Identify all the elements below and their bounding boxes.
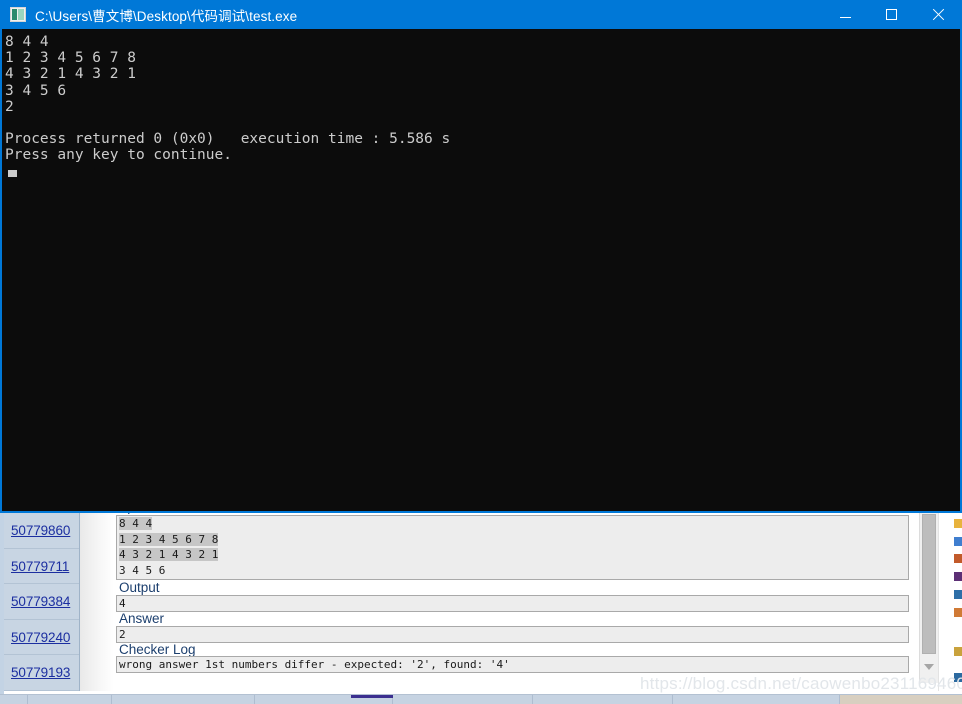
console-icon	[10, 7, 26, 22]
input-line: 8 4 4	[117, 516, 908, 532]
taskbar-tray[interactable]	[840, 695, 962, 704]
side-thumb-icon	[954, 572, 962, 581]
console-cursor	[8, 169, 17, 177]
taskbar-active-indicator	[351, 695, 393, 698]
screen-root: 50779860 50779711 50779384 50779240 5077…	[0, 0, 962, 704]
right-side-panel	[938, 513, 962, 691]
sidebar-item-label[interactable]: 50779193	[11, 665, 70, 680]
side-thumb-icon	[954, 537, 962, 546]
window-title: C:\Users\曹文博\Desktop\代码调试\test.exe	[35, 8, 298, 24]
sidebar-item-label[interactable]: 50779711	[11, 559, 69, 574]
console-line: 3 4 5 6	[5, 82, 67, 99]
minimize-icon	[839, 17, 851, 18]
panel-scrollbar[interactable]	[919, 512, 938, 683]
output-value: 4	[119, 597, 126, 610]
checker-log-field[interactable]: wrong answer 1st numbers differ - expect…	[116, 656, 909, 673]
list-item[interactable]: 50779860	[4, 513, 79, 549]
side-thumb-icon	[954, 608, 962, 617]
submission-id-sidebar: 50779860 50779711 50779384 50779240 5077…	[4, 513, 80, 691]
checker-log-value: wrong answer 1st numbers differ - expect…	[119, 658, 510, 671]
console-title-bar[interactable]: C:\Users\曹文博\Desktop\代码调试\test.exe	[2, 0, 960, 29]
maximize-button[interactable]	[868, 0, 914, 29]
console-line: Press any key to continue.	[5, 147, 232, 164]
input-line: 4 3 2 1 4 3 2 1	[117, 547, 908, 563]
output-label: Output	[119, 580, 160, 595]
close-button[interactable]	[914, 0, 960, 29]
maximize-icon	[885, 9, 897, 20]
console-output-area[interactable]: 8 4 4 1 2 3 4 5 6 7 8 4 3 2 1 4 3 2 1 3 …	[2, 29, 960, 511]
csdn-watermark: https://blog.csdn.net/caowenbo2311694605	[640, 674, 962, 693]
list-item[interactable]: 50779711	[4, 549, 79, 584]
console-line: 8 4 4	[5, 34, 49, 50]
taskbar-item[interactable]	[673, 695, 840, 704]
input-line: 1 2 3 4 5 6 7 8	[117, 532, 908, 548]
console-line: 1 2 3 4 5 6 7 8	[5, 50, 136, 67]
input-line-text: 3 4 5 6	[119, 563, 166, 577]
side-thumb-icon	[954, 554, 962, 563]
test-detail-panel: Input 8 4 4 1 2 3 4 5 6 7 8 4 3 2 1 4 3 …	[114, 503, 911, 678]
answer-field[interactable]: 2	[116, 626, 909, 643]
sidebar-item-label[interactable]: 50779384	[11, 594, 70, 609]
taskbar-item[interactable]	[393, 695, 533, 704]
output-field[interactable]: 4	[116, 595, 909, 612]
taskbar-item[interactable]	[28, 695, 112, 704]
console-line: Process returned 0 (0x0) execution time …	[5, 131, 451, 148]
taskbar-item[interactable]	[112, 695, 255, 704]
input-line-text: 8 4 4	[119, 517, 153, 530]
sidebar-item-label[interactable]: 50779860	[11, 523, 70, 538]
input-line-text: 1 2 3 4 5 6 7 8	[119, 532, 219, 546]
list-item[interactable]: 50779193	[4, 655, 79, 691]
side-thumb-icon	[954, 519, 962, 528]
scrollbar-thumb[interactable]	[922, 514, 936, 654]
window-controls	[822, 0, 960, 29]
taskbar-item[interactable]	[533, 695, 673, 704]
taskbar-item[interactable]	[0, 695, 28, 704]
sidebar-item-label[interactable]: 50779240	[11, 630, 70, 645]
minimize-button[interactable]	[822, 0, 868, 29]
chevron-down-icon[interactable]	[924, 664, 934, 670]
answer-value: 2	[119, 628, 126, 641]
console-line: 4 3 2 1 4 3 2 1	[5, 66, 136, 83]
console-window: C:\Users\曹文博\Desktop\代码调试\test.exe 8 4 4…	[0, 0, 962, 513]
console-line: 2	[5, 98, 14, 115]
input-line-text: 4 3 2 1 4 3 2 1	[119, 548, 219, 561]
side-thumb-icon	[954, 647, 962, 656]
input-field[interactable]: 8 4 4 1 2 3 4 5 6 7 8 4 3 2 1 4 3 2 1 3 …	[116, 515, 909, 580]
side-thumb-icon	[954, 590, 962, 599]
answer-label: Answer	[119, 611, 165, 626]
list-item[interactable]: 50779384	[4, 584, 79, 620]
page-background-shade	[80, 513, 114, 691]
list-item[interactable]: 50779240	[4, 620, 79, 655]
close-icon	[931, 8, 944, 21]
taskbar	[0, 694, 962, 704]
input-line: 3 4 5 6	[117, 563, 908, 579]
